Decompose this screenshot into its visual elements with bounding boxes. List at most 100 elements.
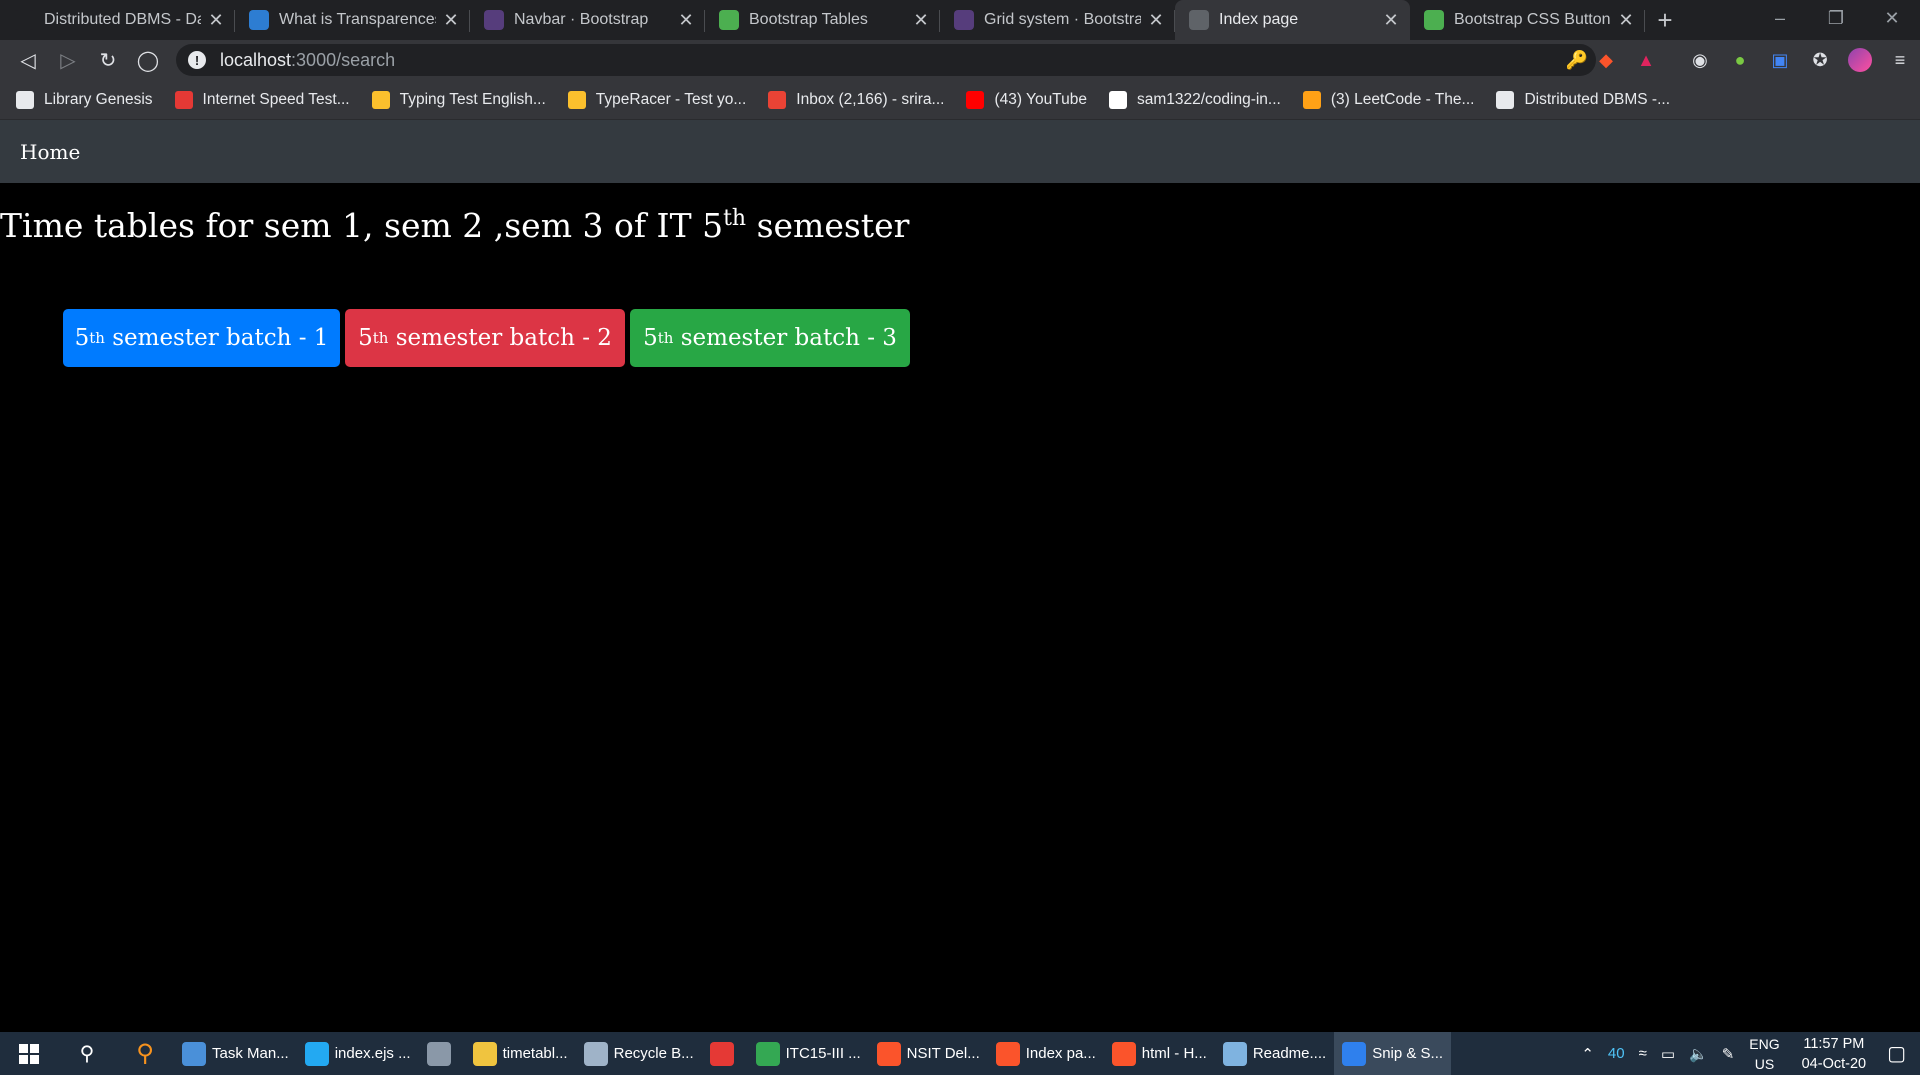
- address-bar[interactable]: ! localhost:3000/search 🔑: [176, 44, 1596, 76]
- bookmark-icon[interactable]: ◯: [128, 40, 168, 80]
- start-button[interactable]: [0, 1032, 58, 1075]
- tab-title: What is Transparences in: [279, 11, 436, 28]
- site-info-icon[interactable]: !: [188, 51, 206, 69]
- clock[interactable]: 11:57 PM 04-Oct-20: [1788, 1034, 1880, 1074]
- taskbar-app-label: Recycle B...: [613, 1045, 694, 1062]
- forward-icon[interactable]: ▷: [48, 40, 88, 80]
- reload-icon[interactable]: ↻: [88, 40, 128, 80]
- batch-2-button[interactable]: 5th semester batch - 2: [345, 309, 625, 367]
- brave-rewards-icon[interactable]: ▲: [1626, 40, 1666, 80]
- bookmark-item[interactable]: Distributed DBMS -...: [1496, 90, 1671, 109]
- bookmark-item[interactable]: (3) LeetCode - The...: [1302, 90, 1475, 109]
- notifications-icon[interactable]: ▢: [1880, 1041, 1920, 1066]
- bookmark-item[interactable]: Internet Speed Test...: [174, 90, 350, 109]
- book-icon: [16, 90, 34, 109]
- lang-top: ENG: [1749, 1035, 1780, 1052]
- color-extension-icon[interactable]: ●: [1720, 40, 1760, 80]
- tab-close-icon[interactable]: ✕: [442, 10, 460, 31]
- tab-close-icon[interactable]: ✕: [677, 10, 695, 31]
- new-tab-button[interactable]: +: [1645, 0, 1685, 40]
- browser-tab[interactable]: Distributed DBMS - Data ✕: [0, 0, 235, 40]
- minimize-icon[interactable]: –: [1752, 0, 1808, 36]
- window-controls: – ❐ ✕: [1752, 0, 1920, 36]
- bookmark-label: (3) LeetCode - The...: [1330, 90, 1475, 108]
- taskbar-app[interactable]: index.ejs ...: [297, 1032, 419, 1075]
- back-icon[interactable]: ◁: [8, 40, 48, 80]
- taskbar-app[interactable]: timetabl...: [465, 1032, 576, 1075]
- taskbar-app-label: ITC15-III ...: [785, 1045, 861, 1062]
- volume-icon[interactable]: 🔈: [1682, 1045, 1715, 1063]
- extensions-puzzle-icon[interactable]: ✪: [1800, 40, 1840, 80]
- bookmark-item[interactable]: TypeRacer - Test yo...: [567, 90, 746, 109]
- task-manager-icon: [182, 1041, 206, 1066]
- tab-close-icon[interactable]: ✕: [1382, 10, 1400, 31]
- language-indicator[interactable]: ENG US: [1741, 1034, 1787, 1074]
- bootstrap-icon: [954, 10, 974, 30]
- globe-icon: [1189, 10, 1209, 30]
- menu-icon[interactable]: ≡: [1880, 40, 1920, 80]
- vscode-icon: [304, 1041, 329, 1066]
- tab-close-icon[interactable]: ✕: [1617, 10, 1635, 31]
- recycle-bin-icon: [583, 1041, 608, 1066]
- taskbar-app[interactable]: Index pa...: [988, 1032, 1104, 1075]
- taskbar-app[interactable]: html - H...: [1104, 1032, 1215, 1075]
- bookmark-label: Library Genesis: [44, 90, 153, 108]
- taskbar-app[interactable]: Snip & S...: [1334, 1032, 1452, 1075]
- browser-tab[interactable]: Bootstrap Tables ✕: [705, 0, 940, 40]
- race-icon: [567, 90, 586, 109]
- w3schools-icon: [719, 10, 739, 30]
- bookmark-label: Typing Test English...: [399, 90, 546, 108]
- wifi-icon[interactable]: ≈: [1632, 1045, 1654, 1062]
- tab-close-icon[interactable]: ✕: [912, 10, 930, 31]
- keyboard-icon: [371, 90, 390, 109]
- batch-1-button[interactable]: 5th semester batch - 1: [63, 309, 340, 367]
- browser-tab[interactable]: Index page ✕: [1175, 0, 1410, 40]
- windows-logo-icon: [19, 1043, 39, 1064]
- bookmark-item[interactable]: Inbox (2,166) - srira...: [768, 90, 944, 109]
- heading-superscript: th: [723, 206, 747, 231]
- browser-toolbar: ◁ ▷ ↻ ◯ ! localhost:3000/search 🔑 ◆ ▲ ◉ …: [0, 40, 1920, 80]
- browser-tab[interactable]: What is Transparences in ✕: [235, 0, 470, 40]
- bookmark-label: Distributed DBMS -...: [1524, 90, 1671, 108]
- batch-1-num: 5: [74, 325, 90, 351]
- browser-tab[interactable]: Navbar · Bootstrap ✕: [470, 0, 705, 40]
- search-icon[interactable]: ⚲: [58, 1032, 116, 1075]
- site-logo-icon: [249, 10, 269, 30]
- taskbar-app[interactable]: NSIT Del...: [869, 1032, 988, 1075]
- browser-tab[interactable]: Grid system · Bootstrap ✕: [940, 0, 1175, 40]
- bookmark-item[interactable]: sam1322/coding-in...: [1108, 90, 1281, 109]
- brave-shields-icon[interactable]: ◆: [1586, 40, 1626, 80]
- profile-avatar-icon[interactable]: [1840, 40, 1880, 80]
- pen-icon[interactable]: ✎: [1715, 1045, 1742, 1063]
- camera-icon[interactable]: ◉: [1680, 40, 1720, 80]
- taskbar-app[interactable]: Task Man...: [174, 1032, 297, 1075]
- snip-icon: [1342, 1041, 1367, 1066]
- taskbar-app[interactable]: ITC15-III ...: [748, 1032, 869, 1075]
- tab-title: Navbar · Bootstrap: [514, 11, 649, 28]
- key-icon[interactable]: 🔑: [1566, 50, 1588, 71]
- translate-icon[interactable]: ▣: [1760, 40, 1800, 80]
- tab-close-icon[interactable]: ✕: [1147, 10, 1165, 31]
- taskbar-app[interactable]: [702, 1032, 748, 1075]
- browser-tab[interactable]: Bootstrap CSS Buttons R ✕: [1410, 0, 1645, 40]
- bookmarks-bar: Library Genesis Internet Speed Test... Typ…: [0, 80, 1920, 120]
- taskbar-app[interactable]: Recycle B...: [576, 1032, 702, 1075]
- taskbar-app-label: index.ejs ...: [334, 1045, 411, 1062]
- bookmark-item[interactable]: Typing Test English...: [371, 90, 546, 109]
- tab-title: Bootstrap CSS Buttons R: [1454, 11, 1611, 28]
- nav-home-link[interactable]: Home: [20, 140, 80, 164]
- bookmark-item[interactable]: (43) YouTube: [966, 90, 1087, 109]
- batch-3-num: 5: [643, 325, 658, 351]
- tab-close-icon[interactable]: ✕: [207, 10, 225, 31]
- batch-3-button[interactable]: 5th semester batch - 3: [630, 309, 910, 367]
- show-hidden-icons-icon[interactable]: ⌃: [1574, 1045, 1601, 1063]
- taskbar-app[interactable]: [419, 1032, 465, 1075]
- taskbar-app[interactable]: Readme....: [1215, 1032, 1334, 1075]
- battery-icon[interactable]: ▭: [1654, 1045, 1682, 1063]
- brave-icon: [995, 1041, 1020, 1066]
- restore-icon[interactable]: ❐: [1808, 0, 1864, 36]
- bookmark-item[interactable]: Library Genesis: [16, 90, 153, 109]
- close-window-icon[interactable]: ✕: [1864, 0, 1920, 36]
- cortana-search-icon[interactable]: ⚲: [116, 1032, 174, 1075]
- tray-temperature[interactable]: 40: [1601, 1045, 1632, 1062]
